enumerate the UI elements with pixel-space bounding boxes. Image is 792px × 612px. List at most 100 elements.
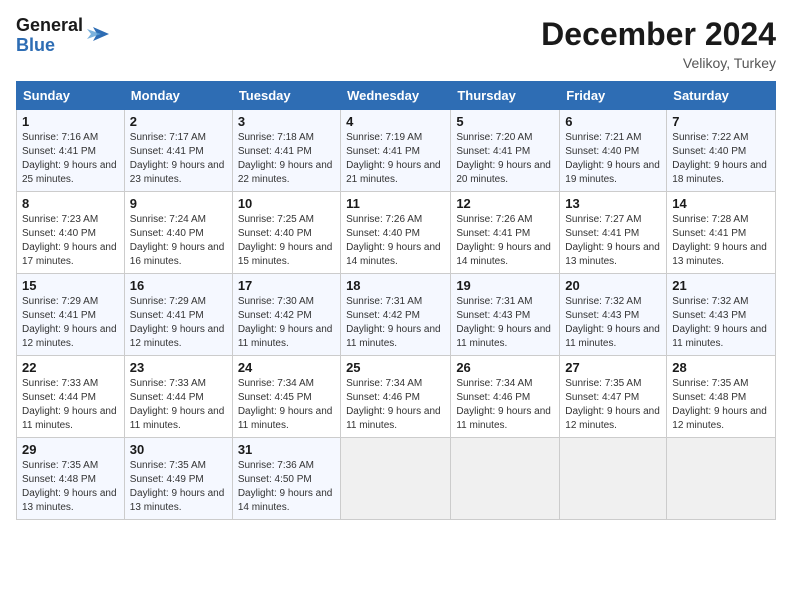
day-number: 4 — [346, 114, 445, 129]
day-number: 29 — [22, 442, 119, 457]
day-number: 26 — [456, 360, 554, 375]
location: Velikoy, Turkey — [541, 55, 776, 71]
calendar-cell: 7Sunrise: 7:22 AM Sunset: 4:40 PM Daylig… — [667, 110, 776, 192]
day-header-saturday: Saturday — [667, 82, 776, 110]
day-info: Sunrise: 7:23 AM Sunset: 4:40 PM Dayligh… — [22, 213, 119, 269]
logo-general-text: General — [16, 16, 83, 36]
day-info: Sunrise: 7:25 AM Sunset: 4:40 PM Dayligh… — [238, 213, 335, 269]
day-info: Sunrise: 7:29 AM Sunset: 4:41 PM Dayligh… — [22, 295, 119, 351]
day-info: Sunrise: 7:28 AM Sunset: 4:41 PM Dayligh… — [672, 213, 770, 269]
day-header-sunday: Sunday — [17, 82, 125, 110]
month-title: December 2024 — [541, 16, 776, 53]
day-info: Sunrise: 7:29 AM Sunset: 4:41 PM Dayligh… — [130, 295, 227, 351]
day-info: Sunrise: 7:31 AM Sunset: 4:42 PM Dayligh… — [346, 295, 445, 351]
day-info: Sunrise: 7:34 AM Sunset: 4:46 PM Dayligh… — [456, 377, 554, 433]
calendar-cell: 17 Sunrise: 7:30 AM Sunset: 4:42 PM Dayli… — [232, 274, 340, 356]
day-number: 21 — [672, 278, 770, 293]
calendar-cell: 27 Sunrise: 7:35 AM Sunset: 4:47 PM Dayli… — [560, 356, 667, 438]
calendar-cell: 19 Sunrise: 7:31 AM Sunset: 4:43 PM Dayli… — [451, 274, 560, 356]
day-number: 16 — [130, 278, 227, 293]
day-number: 22 — [22, 360, 119, 375]
calendar-cell: 5 Sunrise: 7:20 AM Sunset: 4:41 PM Daylig… — [451, 110, 560, 192]
calendar-cell: 20 Sunrise: 7:32 AM Sunset: 4:43 PM Dayli… — [560, 274, 667, 356]
day-number: 19 — [456, 278, 554, 293]
day-header-friday: Friday — [560, 82, 667, 110]
day-number: 31 — [238, 442, 335, 457]
calendar-cell: 12Sunrise: 7:26 AM Sunset: 4:41 PM Dayli… — [451, 192, 560, 274]
calendar-cell: 21 Sunrise: 7:32 AM Sunset: 4:43 PM Dayli… — [667, 274, 776, 356]
logo-blue-text: Blue — [16, 36, 83, 56]
day-number: 20 — [565, 278, 661, 293]
day-number: 7 — [672, 114, 770, 129]
day-info: Sunrise: 7:34 AM Sunset: 4:45 PM Dayligh… — [238, 377, 335, 433]
day-number: 18 — [346, 278, 445, 293]
day-info: Sunrise: 7:30 AM Sunset: 4:42 PM Dayligh… — [238, 295, 335, 351]
day-number: 23 — [130, 360, 227, 375]
day-header-monday: Monday — [124, 82, 232, 110]
day-number: 14 — [672, 196, 770, 211]
calendar-cell: 11Sunrise: 7:26 AM Sunset: 4:40 PM Dayli… — [341, 192, 451, 274]
title-block: December 2024 Velikoy, Turkey — [541, 16, 776, 71]
day-info: Sunrise: 7:17 AM Sunset: 4:41 PM Dayligh… — [130, 131, 227, 187]
day-number: 6 — [565, 114, 661, 129]
calendar-body: 1 Sunrise: 7:16 AM Sunset: 4:41 PM Daylig… — [17, 110, 776, 520]
day-header-tuesday: Tuesday — [232, 82, 340, 110]
day-number: 24 — [238, 360, 335, 375]
calendar-cell — [560, 438, 667, 520]
day-info: Sunrise: 7:31 AM Sunset: 4:43 PM Dayligh… — [456, 295, 554, 351]
calendar-cell: 14 Sunrise: 7:28 AM Sunset: 4:41 PM Dayli… — [667, 192, 776, 274]
day-number: 13 — [565, 196, 661, 211]
calendar-cell: 15 Sunrise: 7:29 AM Sunset: 4:41 PM Dayli… — [17, 274, 125, 356]
logo: General Blue — [16, 16, 109, 56]
calendar-cell: 30 Sunrise: 7:35 AM Sunset: 4:49 PM Dayli… — [124, 438, 232, 520]
day-number: 3 — [238, 114, 335, 129]
calendar-cell: 4 Sunrise: 7:19 AM Sunset: 4:41 PM Daylig… — [341, 110, 451, 192]
calendar-cell: 29 Sunrise: 7:35 AM Sunset: 4:48 PM Dayli… — [17, 438, 125, 520]
calendar-cell — [341, 438, 451, 520]
calendar-cell: 28Sunrise: 7:35 AM Sunset: 4:48 PM Dayli… — [667, 356, 776, 438]
calendar-cell: 22 Sunrise: 7:33 AM Sunset: 4:44 PM Dayli… — [17, 356, 125, 438]
day-info: Sunrise: 7:32 AM Sunset: 4:43 PM Dayligh… — [565, 295, 661, 351]
day-header-thursday: Thursday — [451, 82, 560, 110]
day-number: 25 — [346, 360, 445, 375]
day-info: Sunrise: 7:35 AM Sunset: 4:47 PM Dayligh… — [565, 377, 661, 433]
calendar-cell — [667, 438, 776, 520]
day-number: 5 — [456, 114, 554, 129]
day-info: Sunrise: 7:33 AM Sunset: 4:44 PM Dayligh… — [130, 377, 227, 433]
day-info: Sunrise: 7:24 AM Sunset: 4:40 PM Dayligh… — [130, 213, 227, 269]
day-info: Sunrise: 7:26 AM Sunset: 4:40 PM Dayligh… — [346, 213, 445, 269]
day-number: 27 — [565, 360, 661, 375]
logo-bird-icon — [87, 23, 109, 45]
calendar-cell: 31Sunrise: 7:36 AM Sunset: 4:50 PM Dayli… — [232, 438, 340, 520]
day-info: Sunrise: 7:18 AM Sunset: 4:41 PM Dayligh… — [238, 131, 335, 187]
day-number: 10 — [238, 196, 335, 211]
day-number: 9 — [130, 196, 227, 211]
calendar-cell: 24 Sunrise: 7:34 AM Sunset: 4:45 PM Dayli… — [232, 356, 340, 438]
day-number: 2 — [130, 114, 227, 129]
calendar-cell: 25 Sunrise: 7:34 AM Sunset: 4:46 PM Dayli… — [341, 356, 451, 438]
day-number: 15 — [22, 278, 119, 293]
calendar-week-row: 15 Sunrise: 7:29 AM Sunset: 4:41 PM Dayli… — [17, 274, 776, 356]
day-number: 28 — [672, 360, 770, 375]
calendar-cell: 9 Sunrise: 7:24 AM Sunset: 4:40 PM Daylig… — [124, 192, 232, 274]
day-info: Sunrise: 7:34 AM Sunset: 4:46 PM Dayligh… — [346, 377, 445, 433]
calendar-cell: 6Sunrise: 7:21 AM Sunset: 4:40 PM Daylig… — [560, 110, 667, 192]
day-info: Sunrise: 7:20 AM Sunset: 4:41 PM Dayligh… — [456, 131, 554, 187]
day-info: Sunrise: 7:16 AM Sunset: 4:41 PM Dayligh… — [22, 131, 119, 187]
day-info: Sunrise: 7:35 AM Sunset: 4:49 PM Dayligh… — [130, 459, 227, 515]
day-info: Sunrise: 7:27 AM Sunset: 4:41 PM Dayligh… — [565, 213, 661, 269]
calendar-cell: 23 Sunrise: 7:33 AM Sunset: 4:44 PM Dayli… — [124, 356, 232, 438]
day-info: Sunrise: 7:26 AM Sunset: 4:41 PM Dayligh… — [456, 213, 554, 269]
calendar-cell: 13 Sunrise: 7:27 AM Sunset: 4:41 PM Dayli… — [560, 192, 667, 274]
day-number: 1 — [22, 114, 119, 129]
day-info: Sunrise: 7:19 AM Sunset: 4:41 PM Dayligh… — [346, 131, 445, 187]
day-number: 30 — [130, 442, 227, 457]
calendar-cell: 18 Sunrise: 7:31 AM Sunset: 4:42 PM Dayli… — [341, 274, 451, 356]
day-info: Sunrise: 7:32 AM Sunset: 4:43 PM Dayligh… — [672, 295, 770, 351]
day-info: Sunrise: 7:33 AM Sunset: 4:44 PM Dayligh… — [22, 377, 119, 433]
day-info: Sunrise: 7:35 AM Sunset: 4:48 PM Dayligh… — [22, 459, 119, 515]
calendar-cell: 10 Sunrise: 7:25 AM Sunset: 4:40 PM Dayli… — [232, 192, 340, 274]
calendar-cell: 16 Sunrise: 7:29 AM Sunset: 4:41 PM Dayli… — [124, 274, 232, 356]
day-number: 17 — [238, 278, 335, 293]
calendar-cell: 26 Sunrise: 7:34 AM Sunset: 4:46 PM Dayli… — [451, 356, 560, 438]
